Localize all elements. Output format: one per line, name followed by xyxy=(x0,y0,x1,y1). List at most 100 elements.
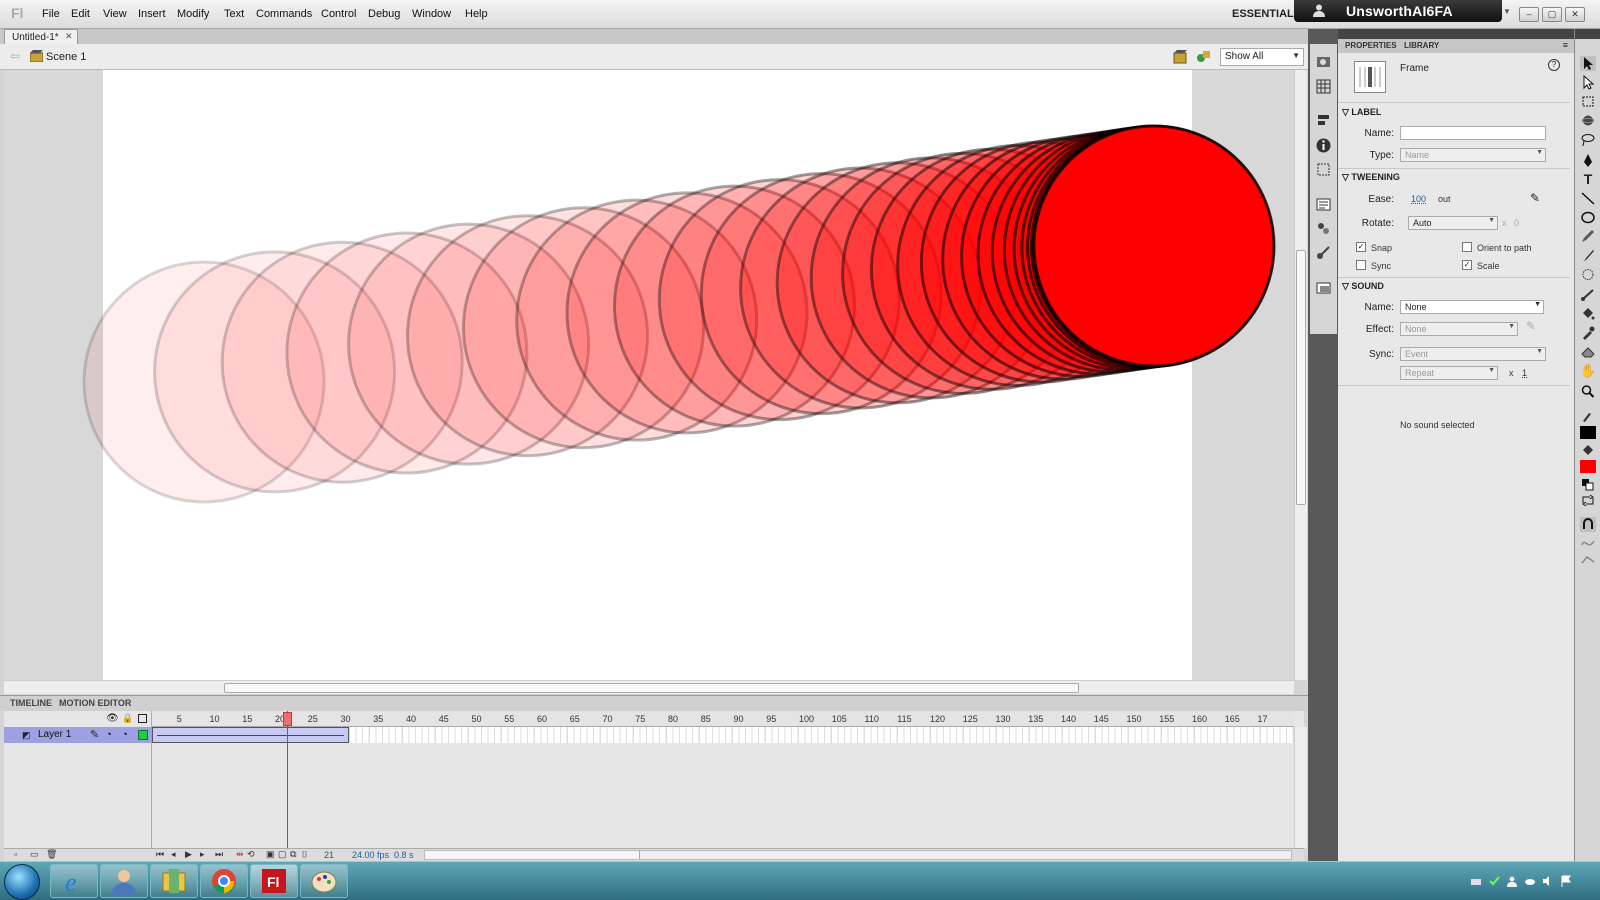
restore-button[interactable]: ▢ xyxy=(1542,7,1562,22)
brush-tool-icon[interactable] xyxy=(1580,248,1596,263)
subselection-tool-icon[interactable] xyxy=(1580,75,1596,90)
user-account-box[interactable]: UnsworthAI6FA xyxy=(1294,0,1502,22)
loop-icon[interactable]: ⟲ xyxy=(247,849,255,860)
onion-outline-icon[interactable]: ▢ xyxy=(278,849,287,860)
red-circle[interactable] xyxy=(1032,124,1276,368)
next-frame-icon[interactable]: ▸ xyxy=(200,849,205,860)
playhead[interactable] xyxy=(283,712,292,726)
onion-skin-icon[interactable]: ▣ xyxy=(266,849,275,860)
tray-cloud-icon[interactable] xyxy=(1524,875,1536,887)
hand-tool-icon[interactable]: ✋ xyxy=(1580,363,1596,378)
lock-icon[interactable]: 🔒 xyxy=(122,713,133,724)
taskbar-flash[interactable]: Fl xyxy=(250,864,298,898)
menu-insert[interactable]: Insert xyxy=(138,8,166,20)
swap-colors-icon[interactable] xyxy=(1580,493,1596,508)
paint-bucket-tool-icon[interactable] xyxy=(1580,306,1596,321)
edit-envelope-icon[interactable]: ✎ xyxy=(1526,319,1536,333)
center-frame-icon[interactable]: ⇹ xyxy=(236,849,244,860)
orient-to-path-checkbox[interactable] xyxy=(1462,242,1472,252)
document-tab[interactable]: Untitled-1* ✕ xyxy=(4,29,78,44)
edit-ease-icon[interactable]: ✎ xyxy=(1530,191,1540,205)
new-layer-icon[interactable]: ▫ xyxy=(14,849,17,859)
swatches-panel-icon[interactable] xyxy=(1315,78,1332,95)
pencil-tool-icon[interactable] xyxy=(1580,229,1596,244)
selection-tool-icon[interactable] xyxy=(1580,56,1596,71)
chevron-down-icon[interactable]: ▼ xyxy=(1503,7,1511,16)
lock-dot[interactable]: • xyxy=(124,729,127,739)
eye-icon[interactable]: 👁 xyxy=(106,713,119,724)
sound-sync-select[interactable]: Event ▼ xyxy=(1400,347,1546,361)
taskbar-file-explorer[interactable] xyxy=(150,864,198,898)
taskbar-internet-explorer[interactable]: e xyxy=(50,864,98,898)
tray-flag-icon[interactable] xyxy=(1560,875,1572,887)
color-panel-icon[interactable] xyxy=(1315,53,1332,70)
deco-tool-icon[interactable] xyxy=(1580,267,1596,282)
outline-icon[interactable] xyxy=(138,714,147,723)
sync-checkbox[interactable] xyxy=(1356,260,1366,270)
transform-panel-icon[interactable] xyxy=(1315,161,1332,178)
zoom-tool-icon[interactable] xyxy=(1580,384,1596,399)
free-transform-tool-icon[interactable] xyxy=(1580,94,1596,109)
delete-layer-icon[interactable]: 🗑 xyxy=(46,849,57,860)
zoom-select[interactable]: Show All ▼ xyxy=(1220,48,1304,66)
scroll-thumb[interactable] xyxy=(425,851,640,859)
frame-rate[interactable]: 24.00 fps xyxy=(352,850,389,860)
fill-color-swatch[interactable] xyxy=(1580,460,1596,473)
tray-user-icon[interactable] xyxy=(1506,875,1518,887)
panel-menu-icon[interactable]: ≡ xyxy=(1563,40,1568,50)
menu-control[interactable]: Control xyxy=(321,8,356,20)
pen-tool-icon[interactable] xyxy=(1580,153,1596,168)
stroke-color-icon[interactable] xyxy=(1580,409,1596,424)
3d-rotation-tool-icon[interactable] xyxy=(1580,113,1596,128)
stage-artwork[interactable] xyxy=(0,70,1294,680)
oval-tool-icon[interactable] xyxy=(1580,210,1596,225)
section-label[interactable]: ▽ LABEL xyxy=(1342,107,1381,118)
fill-color-icon[interactable] xyxy=(1580,443,1596,458)
current-frame[interactable]: 21 xyxy=(324,850,334,860)
smooth-icon[interactable] xyxy=(1580,535,1596,550)
taskbar-chrome[interactable] xyxy=(200,864,248,898)
snap-to-objects-icon[interactable] xyxy=(1580,517,1596,532)
stage-horizontal-scrollbar[interactable] xyxy=(4,680,1294,694)
menu-commands[interactable]: Commands xyxy=(256,8,312,20)
back-arrow-icon[interactable]: ⇦ xyxy=(10,49,20,63)
menu-window[interactable]: Window xyxy=(412,8,451,20)
first-frame-icon[interactable]: ⏮ xyxy=(156,849,164,860)
play-icon[interactable]: ▶ xyxy=(185,849,192,860)
label-name-input[interactable] xyxy=(1400,126,1546,140)
frame-ruler[interactable]: 5 10 15 20 25 30 35 40 45 50 55 60 65 70 75 80 85 90 95 100… xyxy=(152,711,1294,727)
scroll-thumb[interactable] xyxy=(1296,250,1306,505)
visibility-dot[interactable]: • xyxy=(108,729,111,739)
eyedropper-tool-icon[interactable] xyxy=(1580,325,1596,340)
layer-row[interactable]: ◩ Layer 1 ✎ • • xyxy=(4,727,152,743)
components-icon[interactable] xyxy=(1315,220,1332,237)
bone-tool-icon[interactable] xyxy=(1580,287,1596,302)
outline-color-swatch[interactable] xyxy=(138,730,148,740)
menu-help[interactable]: Help xyxy=(465,8,488,20)
edit-multiple-icon[interactable]: ⧉ xyxy=(290,849,296,860)
label-type-select[interactable]: Name ▼ xyxy=(1400,148,1546,162)
onion-markers-icon[interactable]: ⌷ xyxy=(302,849,307,860)
line-tool-icon[interactable] xyxy=(1580,191,1596,206)
snap-checkbox[interactable]: ✓ xyxy=(1356,242,1366,252)
project-panel-icon[interactable] xyxy=(1315,279,1332,296)
eraser-tool-icon[interactable] xyxy=(1580,344,1596,359)
tray-volume-icon[interactable] xyxy=(1542,875,1554,887)
scale-checkbox[interactable]: ✓ xyxy=(1462,260,1472,270)
menu-debug[interactable]: Debug xyxy=(368,8,400,20)
edit-symbol-icon[interactable] xyxy=(1196,49,1211,64)
effect-select[interactable]: None ▼ xyxy=(1400,322,1518,336)
tab-motion-editor[interactable]: MOTION EDITOR xyxy=(59,698,131,708)
motion-presets-icon[interactable] xyxy=(1315,244,1332,261)
close-icon[interactable]: ✕ xyxy=(65,31,73,42)
sound-name-select[interactable]: None ▼ xyxy=(1400,300,1544,314)
taskbar-user-folder[interactable] xyxy=(100,864,148,898)
section-sound[interactable]: ▽ SOUND xyxy=(1342,281,1384,292)
menu-file[interactable]: File xyxy=(42,8,60,20)
tab-timeline[interactable]: TIMELINE xyxy=(10,698,52,708)
help-icon[interactable]: ? xyxy=(1548,59,1560,71)
menu-text[interactable]: Text xyxy=(224,8,244,20)
info-panel-icon[interactable] xyxy=(1315,137,1332,154)
align-panel-icon[interactable] xyxy=(1315,112,1332,129)
tray-security-icon[interactable] xyxy=(1488,875,1500,887)
